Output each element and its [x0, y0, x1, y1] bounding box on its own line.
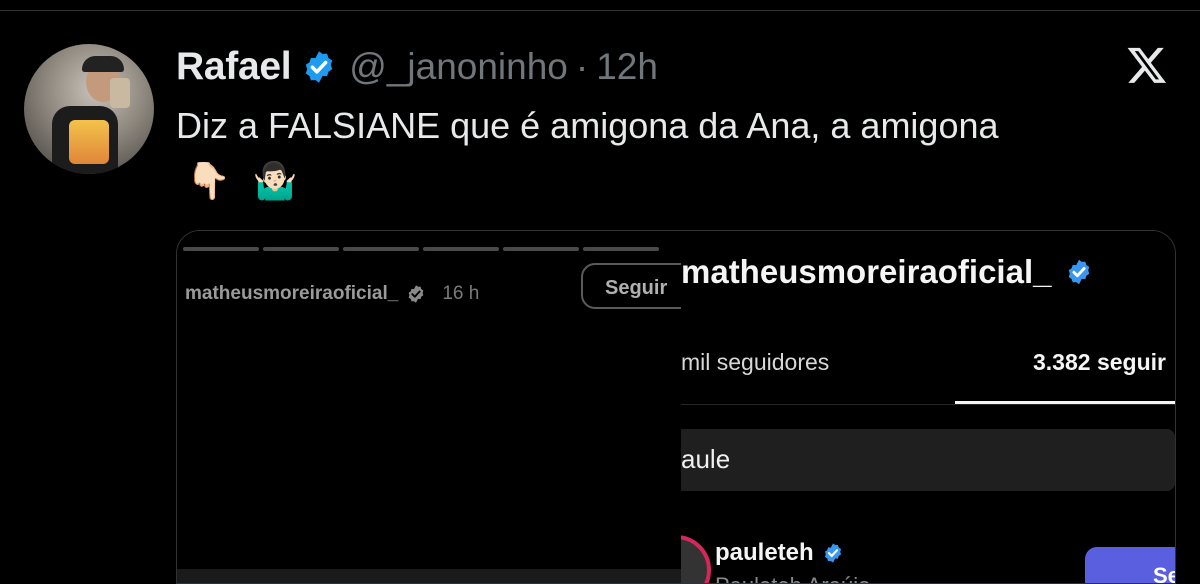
user-handle[interactable]: @_janoninho [349, 46, 568, 88]
result-avatar [681, 535, 711, 583]
story-progress-bar [583, 247, 659, 251]
pointing-down-icon: 👇🏻 [186, 161, 231, 202]
separator-dot: · [575, 46, 589, 87]
profile-username: matheusmoreiraoficial_ [681, 253, 1052, 290]
display-name[interactable]: Rafael [176, 45, 292, 89]
story-progress-bar [423, 247, 499, 251]
result-user: pauleteh [715, 539, 844, 567]
story-time: 16 h [442, 283, 480, 304]
story-screenshot: matheusmoreiraoficial_ 16 h Seguir [177, 231, 701, 583]
result-follow-button: Se [1085, 547, 1175, 583]
tweet-emoji-row: 👇🏻 🤷🏻‍♂️ [186, 162, 298, 202]
avatar-shirt-print [69, 120, 109, 164]
story-progress-bar [263, 247, 339, 251]
story-progress-bar [183, 247, 259, 251]
tab-following: 3.382 seguir [1033, 349, 1166, 375]
top-divider [0, 10, 1200, 11]
result-username: pauleteh [715, 539, 814, 566]
tab-divider [681, 404, 1175, 405]
story-bottom-bar [177, 569, 681, 583]
tweet-time[interactable]: 12h [596, 46, 658, 88]
story-progress-bar [503, 247, 579, 251]
profile-header: matheusmoreiraoficial_ [681, 253, 1093, 291]
search-text: aule [681, 444, 731, 474]
verified-badge-icon [408, 285, 424, 303]
verified-badge-icon [1069, 259, 1090, 285]
verified-badge-icon [824, 543, 841, 563]
search-box [681, 429, 1175, 491]
profile-screenshot: matheusmoreiraoficial_ mil seguidores 3.… [681, 231, 1175, 583]
story-progress-bars [183, 247, 659, 251]
verified-badge-icon [306, 51, 333, 83]
story-user: matheusmoreiraoficial_ 16 h [185, 283, 479, 305]
x-logo-icon [1127, 47, 1167, 83]
story-username: matheusmoreiraoficial_ [185, 283, 399, 304]
story-progress-bar [343, 247, 419, 251]
avatar[interactable] [24, 44, 154, 174]
shrug-icon: 🤷🏻‍♂️ [252, 161, 298, 202]
tweet-header: Rafael @_janoninho · 12h [176, 42, 658, 92]
tweet-media[interactable]: matheusmoreiraoficial_ 16 h Seguir mathe… [176, 230, 1176, 584]
avatar-cap [82, 56, 124, 72]
tab-followers: mil seguidores [681, 349, 830, 375]
avatar-phone [110, 78, 130, 108]
tweet-text: Diz a FALSIANE que é amigona da Ana, a a… [176, 105, 999, 146]
